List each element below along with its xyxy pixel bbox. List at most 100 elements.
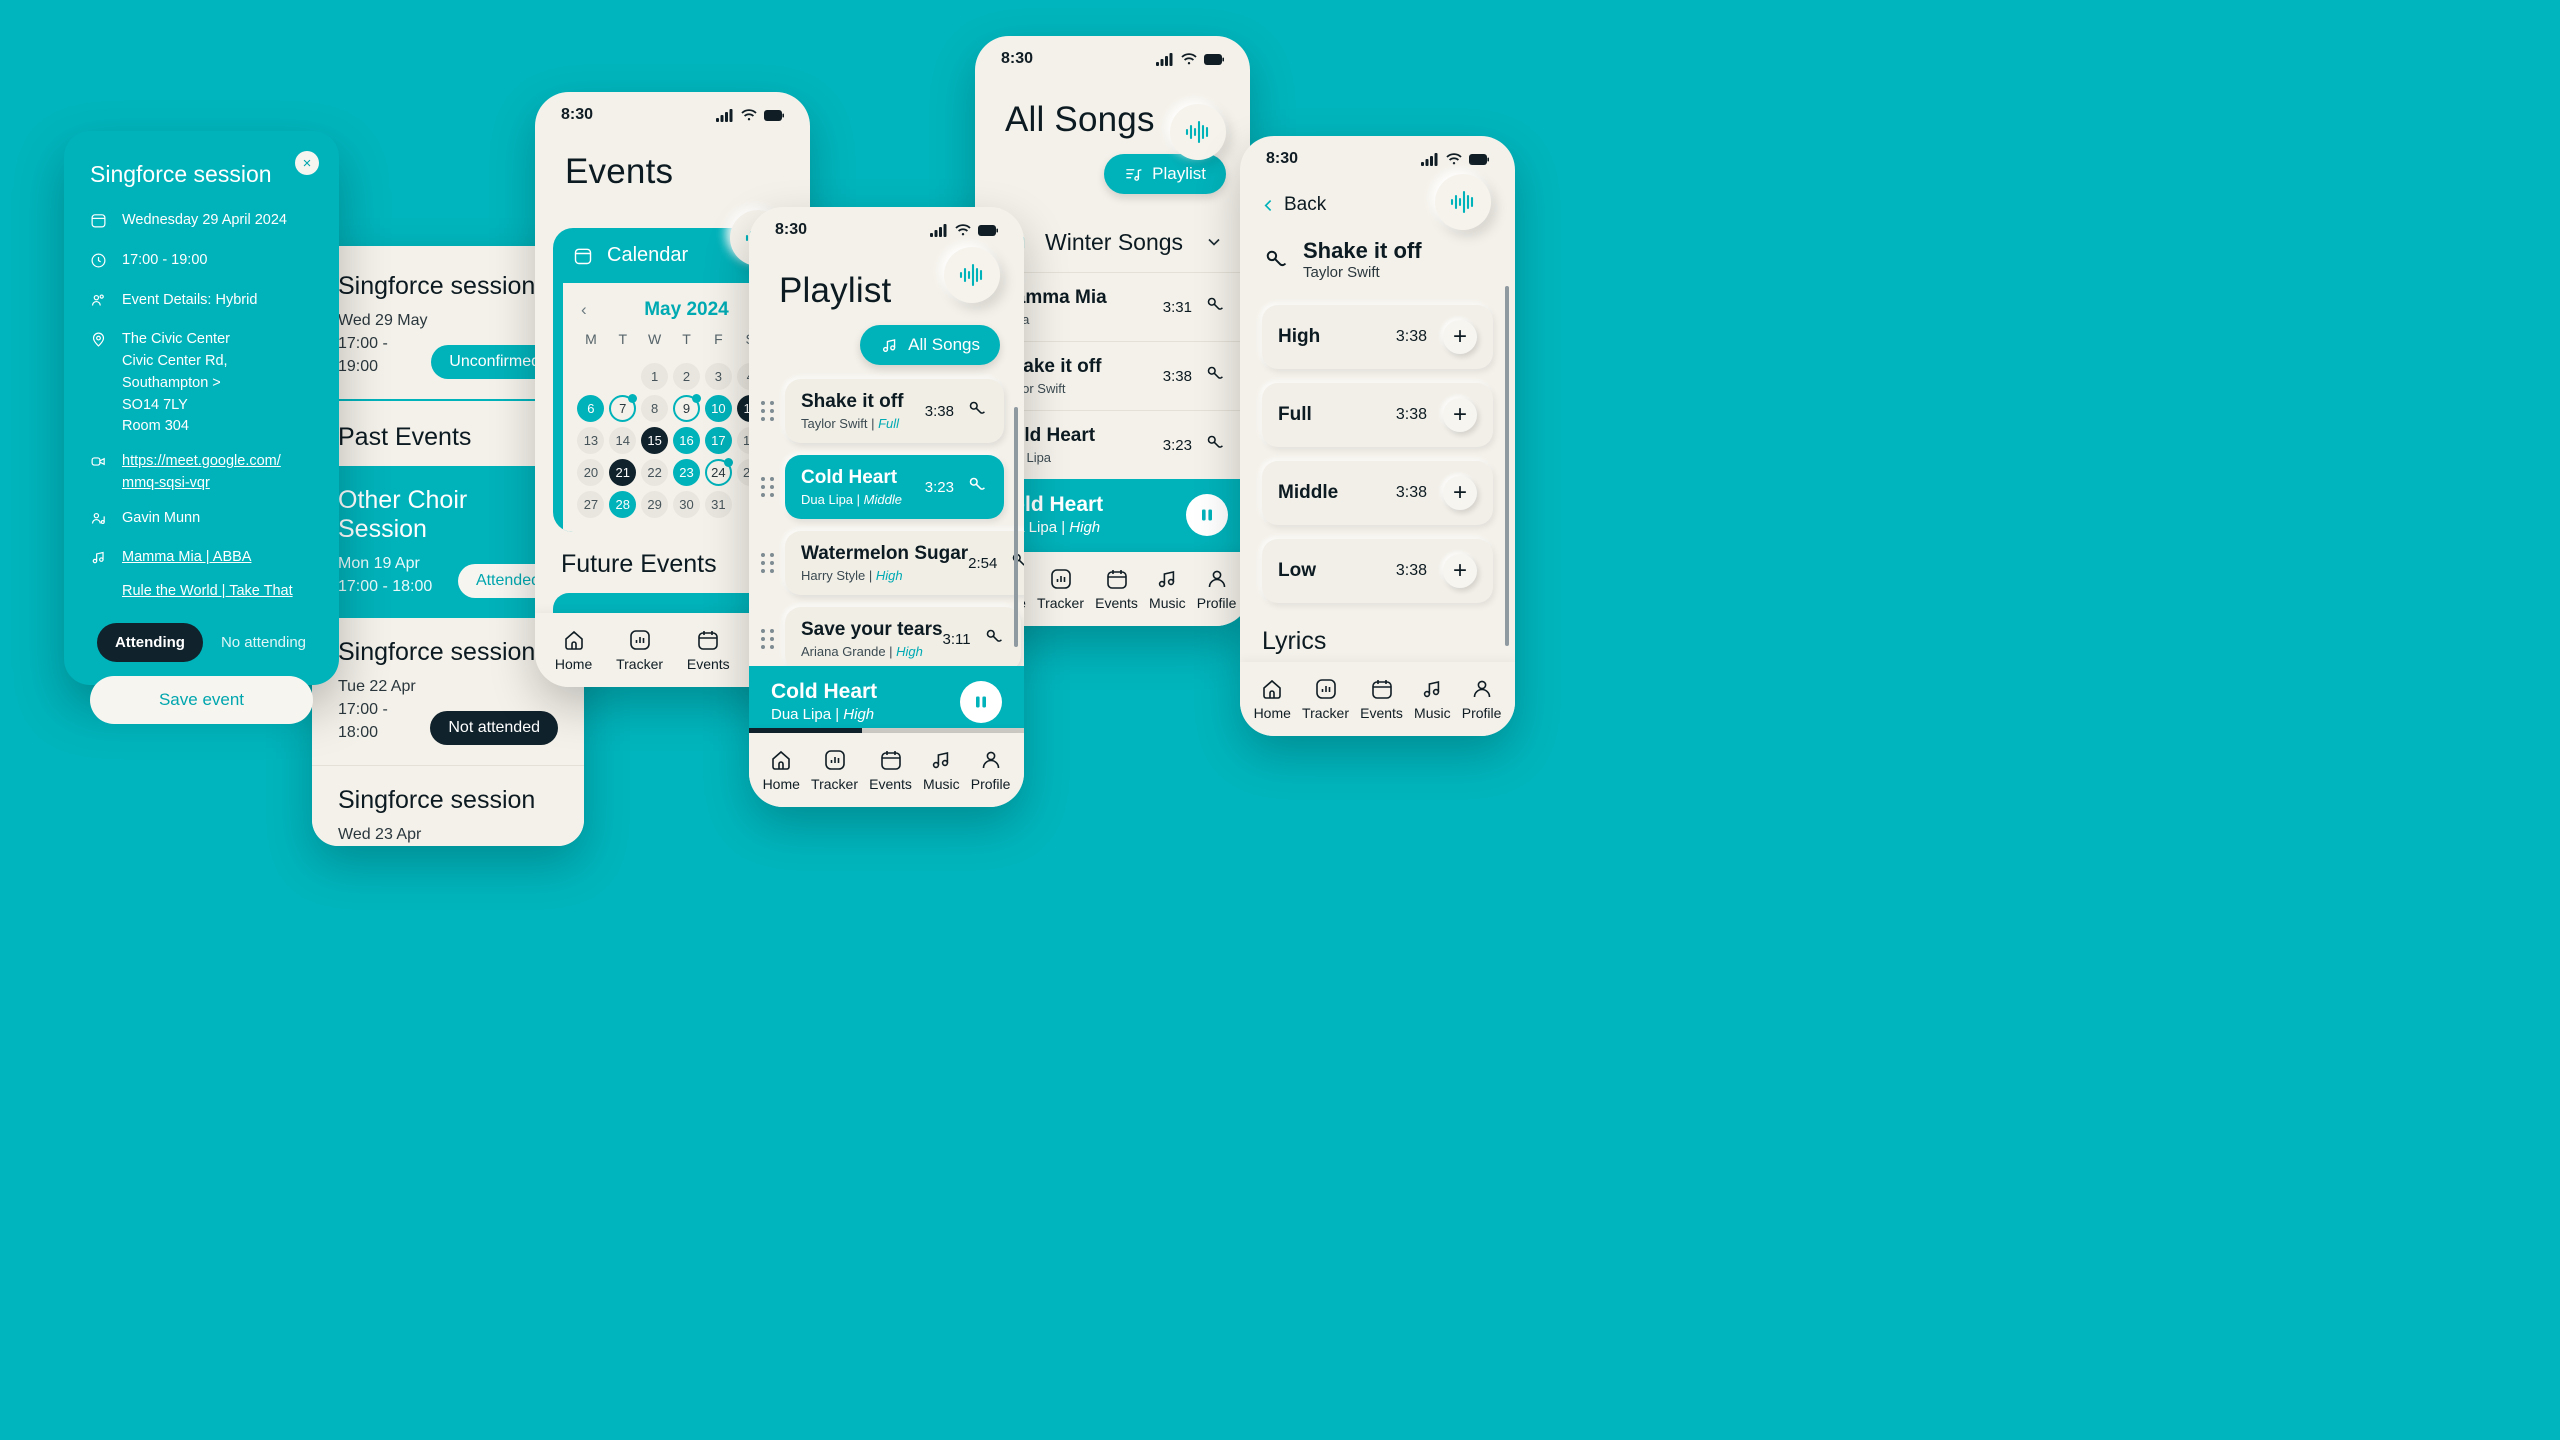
calendar-cell[interactable]: 7 — [607, 394, 639, 422]
calendar-day[interactable]: 20 — [577, 459, 605, 486]
nav-item-events[interactable]: Events — [687, 628, 730, 672]
add-icon[interactable]: + — [1443, 320, 1477, 354]
calendar-day[interactable]: 1 — [641, 363, 669, 390]
calendar-day[interactable]: 28 — [609, 491, 637, 518]
song-key-row[interactable]: High 3:38 + — [1262, 305, 1493, 369]
calendar-day[interactable]: 13 — [577, 427, 605, 454]
song-card[interactable]: Cold Heart Dua Lipa | Middle 3:23 — [785, 455, 1004, 519]
calendar-cell[interactable]: 3 — [702, 363, 734, 390]
nav-item-profile[interactable]: Profile — [1462, 677, 1501, 721]
drag-handle-icon[interactable] — [761, 553, 775, 573]
calendar-day[interactable]: 24 — [704, 458, 733, 486]
nav-item-home[interactable]: Home — [555, 628, 592, 672]
not-attending-button[interactable]: No attending — [203, 634, 306, 651]
mini-player[interactable]: Cold Heart Dua Lipa | High — [749, 666, 1024, 733]
microphone-icon[interactable] — [1204, 363, 1226, 385]
prev-month-button[interactable]: ‹ — [581, 300, 587, 320]
attending-button[interactable]: Attending — [96, 622, 203, 662]
calendar-day[interactable]: 8 — [641, 395, 669, 422]
calendar-cell[interactable]: 29 — [639, 491, 671, 518]
meet-link-line2[interactable]: mmq-sqsi-vqr — [122, 473, 281, 495]
calendar-cell[interactable]: 22 — [639, 459, 671, 486]
calendar-cell[interactable]: 10 — [702, 395, 734, 422]
calendar-cell[interactable]: 1 — [639, 363, 671, 390]
song-key-row[interactable]: Full 3:38 + — [1262, 383, 1493, 447]
nav-item-events[interactable]: Events — [1360, 677, 1403, 721]
song-key-row[interactable]: Middle 3:38 + — [1262, 461, 1493, 525]
calendar-day[interactable]: 7 — [609, 394, 638, 422]
add-icon[interactable]: + — [1443, 476, 1477, 510]
calendar-day[interactable]: 31 — [704, 491, 732, 518]
calendar-cell[interactable]: 8 — [639, 395, 671, 422]
microphone-icon[interactable] — [966, 398, 988, 420]
calendar-cell[interactable]: 6 — [575, 395, 607, 422]
back-button-label[interactable]: Back — [1284, 194, 1326, 216]
calendar-cell[interactable] — [607, 363, 639, 390]
add-icon[interactable]: + — [1443, 554, 1477, 588]
scrollbar[interactable] — [1505, 286, 1509, 646]
calendar-day[interactable]: 17 — [704, 427, 732, 454]
microphone-icon[interactable] — [966, 474, 988, 496]
calendar-day[interactable]: 30 — [672, 491, 700, 518]
voice-waveform-button[interactable] — [1170, 104, 1226, 160]
nav-item-events[interactable]: Events — [869, 748, 912, 792]
modal-song-1[interactable]: Mamma Mia | ABBA — [122, 547, 293, 569]
drag-handle-icon[interactable] — [761, 629, 775, 649]
calendar-cell[interactable]: 23 — [671, 459, 703, 486]
calendar-day[interactable]: 10 — [704, 395, 732, 422]
voice-waveform-button[interactable] — [1435, 174, 1491, 230]
playlist-row[interactable]: Watermelon Sugar Harry Style | High 2:54 — [761, 531, 1024, 595]
calendar-day[interactable]: 2 — [672, 363, 700, 390]
modal-song-2[interactable]: Rule the World | Take That — [122, 581, 293, 603]
calendar-cell[interactable]: 15 — [639, 427, 671, 454]
add-icon[interactable]: + — [1443, 398, 1477, 432]
playlist-row[interactable]: Cold Heart Dua Lipa | Middle 3:23 — [761, 455, 1004, 519]
microphone-icon[interactable] — [983, 626, 1005, 648]
voice-waveform-button[interactable] — [944, 247, 1000, 303]
calendar-day[interactable]: 23 — [672, 459, 700, 486]
calendar-cell[interactable]: 31 — [702, 491, 734, 518]
event-card[interactable]: Singforce session Wed 23 Apr 17:00 - 18:… — [312, 765, 584, 846]
nav-item-tracker[interactable]: Tracker — [1037, 567, 1084, 611]
nav-item-music[interactable]: Music — [923, 748, 960, 792]
calendar-cell[interactable]: 13 — [575, 427, 607, 454]
drag-handle-icon[interactable] — [761, 401, 775, 421]
calendar-cell[interactable]: 2 — [671, 363, 703, 390]
calendar-cell[interactable]: 14 — [607, 427, 639, 454]
song-key-row[interactable]: Low 3:38 + — [1262, 539, 1493, 603]
calendar-cell[interactable]: 16 — [671, 427, 703, 454]
song-card[interactable]: Watermelon Sugar Harry Style | High 2:54 — [785, 531, 1024, 595]
calendar-day[interactable] — [577, 363, 604, 390]
nav-item-music[interactable]: Music — [1149, 567, 1186, 611]
calendar-day[interactable]: 3 — [704, 363, 732, 390]
calendar-day[interactable]: 16 — [672, 427, 700, 454]
close-icon[interactable]: × — [295, 151, 319, 175]
playlist-row[interactable]: Save your tears Ariana Grande | High 3:1… — [761, 607, 1021, 671]
song-card[interactable]: Save your tears Ariana Grande | High 3:1… — [785, 607, 1021, 671]
playlist-row[interactable]: Shake it off Taylor Swift | Full 3:38 — [761, 379, 1004, 443]
nav-item-tracker[interactable]: Tracker — [811, 748, 858, 792]
microphone-icon[interactable] — [1204, 294, 1226, 316]
pause-button[interactable] — [960, 680, 1002, 723]
pause-button[interactable] — [1186, 493, 1228, 536]
nav-item-events[interactable]: Events — [1095, 567, 1138, 611]
chevron-down-icon[interactable] — [1204, 232, 1224, 252]
calendar-day[interactable]: 21 — [609, 459, 637, 486]
calendar-day[interactable]: 22 — [641, 459, 669, 486]
calendar-day[interactable]: 14 — [609, 427, 637, 454]
nav-item-tracker[interactable]: Tracker — [616, 628, 663, 672]
calendar-day[interactable]: 27 — [577, 491, 605, 518]
microphone-icon[interactable] — [1204, 432, 1226, 454]
calendar-day[interactable]: 15 — [641, 427, 669, 454]
calendar-cell[interactable]: 28 — [607, 491, 639, 518]
calendar-day[interactable]: 29 — [641, 491, 669, 518]
calendar-cell[interactable]: 24 — [702, 458, 734, 486]
song-card[interactable]: Shake it off Taylor Swift | Full 3:38 — [785, 379, 1004, 443]
nav-item-home[interactable]: Home — [1254, 677, 1291, 721]
calendar-day[interactable]: 6 — [577, 395, 605, 422]
calendar-cell[interactable]: 9 — [671, 394, 703, 422]
nav-item-profile[interactable]: Profile — [971, 748, 1010, 792]
all-songs-toggle-button[interactable]: All Songs — [860, 325, 1000, 365]
nav-item-music[interactable]: Music — [1414, 677, 1451, 721]
modal-address-1[interactable]: Civic Center Rd, Southampton > — [122, 353, 228, 391]
